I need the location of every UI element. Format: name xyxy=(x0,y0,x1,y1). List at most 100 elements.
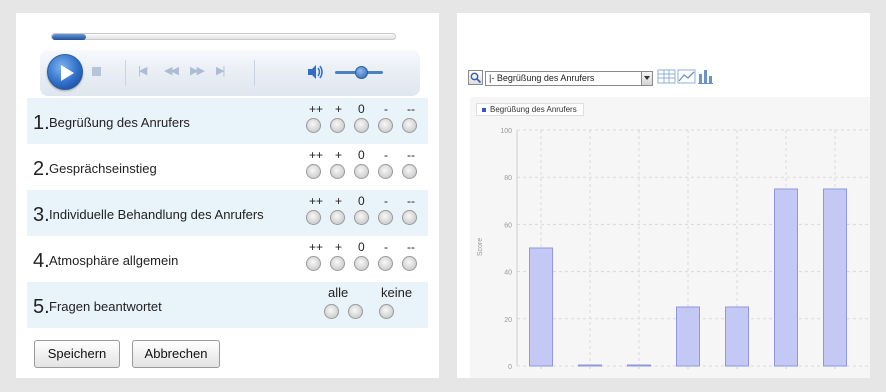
scale-label: + xyxy=(335,240,343,254)
rating-radio-group xyxy=(306,164,426,180)
question-label: Individuelle Behandlung des Anrufers xyxy=(49,207,264,222)
fast-forward-icon[interactable]: ▶▶ xyxy=(190,64,205,78)
chart-panel: |- Begrüßung des Anrufers 0 20 40 60 80 100 Sc… xyxy=(457,13,870,378)
answer-radio[interactable] xyxy=(379,304,394,319)
y-tick-label: 60 xyxy=(504,222,512,229)
scale-label: - xyxy=(384,148,388,162)
y-tick-label: 40 xyxy=(504,270,512,277)
y-axis-label: Score xyxy=(477,238,484,256)
save-button[interactable]: Speichern xyxy=(34,340,120,368)
rating-radio[interactable] xyxy=(354,256,369,271)
scale-label: -- xyxy=(407,240,415,254)
y-tick-label: 20 xyxy=(504,317,512,324)
scale-label: ++ xyxy=(309,102,324,116)
rating-radio[interactable] xyxy=(378,164,393,179)
question-number: 2. xyxy=(33,158,50,180)
question-row-1: 1. Begrüßung des Anrufers ++ + 0 - -- xyxy=(27,98,428,144)
y-tick-label: 100 xyxy=(500,128,512,135)
bar-chart: 0 20 40 60 80 100 Score xyxy=(477,128,870,371)
question-label: Fragen beantwortet xyxy=(49,299,162,314)
series-dropdown-value: |- Begrüßung des Anrufers xyxy=(489,73,595,83)
answer-radio[interactable] xyxy=(324,304,339,319)
question-row-2: 2. Gesprächseinstieg ++ + 0 - -- xyxy=(27,144,428,190)
scale-label: - xyxy=(384,102,388,116)
seek-progress-fill[interactable] xyxy=(52,34,86,40)
scale-label-alle: alle xyxy=(328,285,349,300)
question-row-3: 3. Individuelle Behandlung des Anrufers … xyxy=(27,190,428,236)
rating-form-panel: |◀ ◀◀ ▶▶ ▶| 1. Begrüßung des Anrufers ++… xyxy=(16,13,439,378)
question-number: 1. xyxy=(33,112,50,134)
control-divider xyxy=(254,60,255,86)
rating-radio[interactable] xyxy=(378,118,393,133)
rating-radio[interactable] xyxy=(354,118,369,133)
rating-radio[interactable] xyxy=(330,256,345,271)
play-icon[interactable] xyxy=(47,54,83,90)
rating-radio[interactable] xyxy=(378,256,393,271)
rating-radio[interactable] xyxy=(402,164,417,179)
rating-radio[interactable] xyxy=(402,210,417,225)
scale-label: - xyxy=(384,240,388,254)
scale-label: - xyxy=(384,194,388,208)
scale-label: + xyxy=(335,102,343,116)
stop-icon[interactable] xyxy=(92,67,101,76)
scale-label: 0 xyxy=(358,102,365,116)
scale-label: 0 xyxy=(358,194,365,208)
table-view-icon[interactable] xyxy=(657,68,676,85)
rating-radio[interactable] xyxy=(306,164,321,179)
scale-labels: ++ + 0 - -- xyxy=(307,240,427,256)
rating-radio[interactable] xyxy=(354,164,369,179)
answer-radio[interactable] xyxy=(348,304,363,319)
scale-label: 0 xyxy=(358,240,365,254)
scale-label-keine: keine xyxy=(381,285,413,300)
skip-forward-icon[interactable]: ▶| xyxy=(216,64,225,78)
bar xyxy=(774,188,798,367)
y-tick-label: 0 xyxy=(508,364,512,371)
bar xyxy=(725,306,749,367)
bar xyxy=(676,306,700,367)
question-number: 3. xyxy=(33,204,50,226)
question-row-5: 5. Fragen beantwortet alle keine xyxy=(27,282,428,328)
scale-label: ++ xyxy=(309,148,324,162)
bar xyxy=(627,364,651,367)
rating-radio-group xyxy=(306,256,426,272)
scale-label: 0 xyxy=(358,148,365,162)
scale-labels: ++ + 0 - -- xyxy=(307,148,427,164)
rating-radio[interactable] xyxy=(306,118,321,133)
skip-back-icon[interactable]: |◀ xyxy=(138,64,147,78)
scale-label: + xyxy=(335,194,343,208)
control-divider xyxy=(125,60,126,86)
rating-radio[interactable] xyxy=(330,118,345,133)
rating-radio-group xyxy=(306,118,426,134)
rating-radio[interactable] xyxy=(330,210,345,225)
rewind-icon[interactable]: ◀◀ xyxy=(164,64,179,78)
question-row-4: 4. Atmosphäre allgemein ++ + 0 - -- xyxy=(27,236,428,282)
legend-label: Begrüßung des Anrufers xyxy=(490,105,577,114)
seek-bar[interactable] xyxy=(51,33,396,40)
rating-radio[interactable] xyxy=(306,256,321,271)
series-dropdown[interactable]: |- Begrüßung des Anrufers xyxy=(485,71,653,86)
rating-radio-group xyxy=(306,210,426,226)
y-tick-label: 80 xyxy=(504,175,512,182)
bar xyxy=(578,364,602,367)
line-chart-icon[interactable] xyxy=(677,68,696,85)
rating-radio[interactable] xyxy=(330,164,345,179)
chart-legend: Begrüßung des Anrufers xyxy=(476,103,584,116)
rating-radio[interactable] xyxy=(402,256,417,271)
media-player: |◀ ◀◀ ▶▶ ▶| xyxy=(30,23,420,103)
question-label: Gesprächseinstieg xyxy=(49,161,157,176)
zoom-icon[interactable] xyxy=(468,70,483,85)
rating-radio[interactable] xyxy=(354,210,369,225)
question-number: 4. xyxy=(33,250,50,272)
rating-radio[interactable] xyxy=(378,210,393,225)
volume-icon[interactable] xyxy=(306,63,324,81)
bar xyxy=(529,247,553,367)
rating-radio[interactable] xyxy=(306,210,321,225)
chevron-down-icon[interactable] xyxy=(641,72,652,85)
bar-chart-icon[interactable] xyxy=(697,68,714,85)
scale-labels: ++ + 0 - -- xyxy=(307,194,427,210)
question-label: Atmosphäre allgemein xyxy=(49,253,179,268)
question-number: 5. xyxy=(33,296,50,318)
cancel-button[interactable]: Abbrechen xyxy=(132,340,220,368)
scale-label: ++ xyxy=(309,240,324,254)
rating-radio[interactable] xyxy=(402,118,417,133)
